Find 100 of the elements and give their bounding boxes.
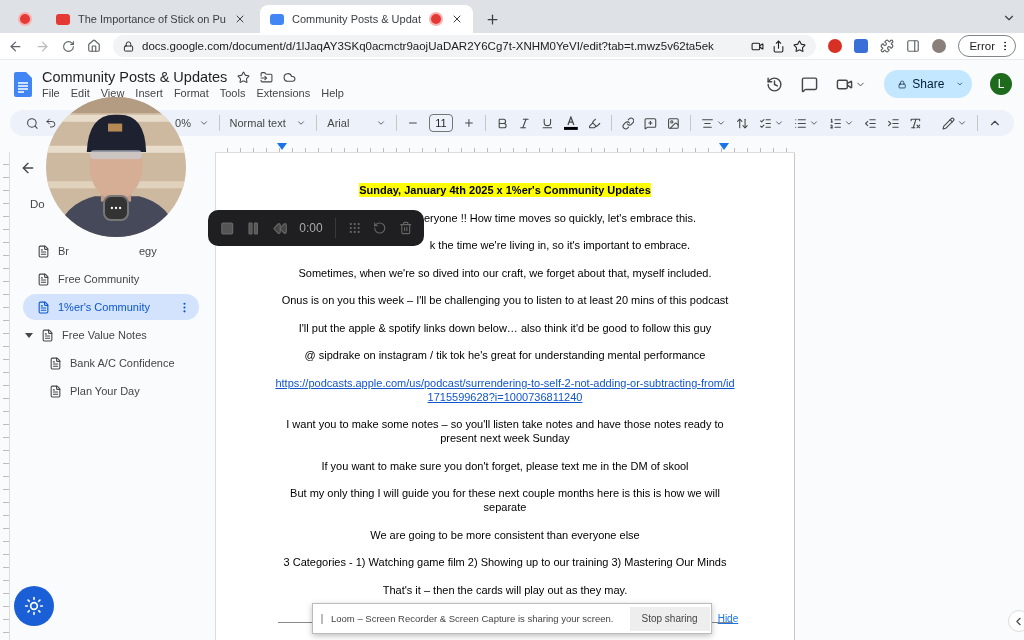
paragraph: We are going to be more consistent than everyone else: [369, 527, 641, 542]
caret-icon: [376, 118, 387, 128]
video-icon: [56, 13, 70, 25]
caret-icon: [716, 118, 726, 128]
grid-icon[interactable]: [347, 221, 362, 235]
caret-icon: [296, 118, 307, 128]
paragraph: I want you to make some notes – so you'll listen take notes and have those notes ready to present next week Sunday: [285, 417, 725, 445]
side-panel-icon[interactable]: [906, 39, 921, 53]
address-field[interactable]: docs.google.com/document/d/1lJaqAY3SKq0acmctr9aojUaDAR2Y6Cg7t-XNHM0YeVI/edit?tab=t.mwz5v62ta5ek: [113, 35, 817, 57]
history-icon[interactable]: [766, 75, 783, 93]
paragraph: 3 Categories - 1) Watching game film 2) Showing up to our training 3) Mastering Our Minds: [282, 555, 728, 569]
document-icon: [269, 13, 284, 25]
account-avatar[interactable]: L: [990, 73, 1012, 95]
increase-indent-icon[interactable]: [886, 116, 900, 130]
line-spacing-icon[interactable]: [736, 116, 749, 130]
more-button[interactable]: [103, 195, 129, 221]
profile-avatar-icon[interactable]: [932, 39, 947, 53]
tab-label: Free Community: [58, 273, 140, 285]
comments-icon[interactable]: [801, 75, 818, 93]
recording-dot-icon: [18, 12, 32, 26]
increase-size-icon[interactable]: [462, 117, 475, 129]
paragraph: But my only thing I will guide you for these next couple months here is this is how we will separate: [289, 486, 721, 514]
paragraph: eryone !! How time moves so quickly, let's embrace this.: [422, 210, 698, 225]
menu-item[interactable]: Format: [173, 87, 209, 99]
align-button[interactable]: [701, 116, 726, 130]
outline-tab[interactable]: Plan Your Day: [23, 378, 199, 404]
tab-title: Community Posts & Updat: [291, 13, 421, 25]
document-icon: [37, 300, 50, 314]
menu-item[interactable]: File: [42, 87, 60, 99]
podcast-link[interactable]: https://podcasts.apple.com/us/podcast/surrendering-to-self-2-not-adding-or-subtracting-from/id1715599628?i=1000736811240: [274, 375, 736, 404]
document-icon: [49, 356, 62, 370]
underline-icon[interactable]: [541, 116, 555, 130]
decrease-indent-icon[interactable]: [863, 116, 877, 130]
outline-tab[interactable]: Bank A/C Confidence: [23, 350, 199, 376]
pencil-icon: [942, 116, 956, 130]
menu-item[interactable]: Help: [321, 87, 344, 99]
menu-item[interactable]: Insert: [135, 87, 163, 99]
extensions-icon[interactable]: [880, 39, 895, 53]
checklist-button[interactable]: [758, 116, 784, 130]
menu-item[interactable]: View: [100, 87, 125, 99]
undo-icon[interactable]: [44, 117, 57, 129]
browser-tab[interactable]: The Importance of Stick on Pu: [46, 5, 256, 33]
pause-icon[interactable]: [246, 220, 261, 236]
add-comment-icon[interactable]: [644, 116, 658, 130]
editing-mode-button[interactable]: [942, 116, 968, 130]
back-icon[interactable]: [20, 160, 36, 176]
expand-caret-icon[interactable]: [25, 332, 33, 338]
star-icon[interactable]: [237, 70, 251, 84]
menu-item[interactable]: Extensions: [256, 87, 311, 99]
stop-sharing-button[interactable]: Stop sharing: [629, 606, 710, 631]
bullet-list-button[interactable]: [793, 116, 819, 130]
italic-icon[interactable]: [518, 116, 532, 130]
move-folder-icon[interactable]: [260, 70, 274, 84]
tab-label: egy: [139, 245, 157, 257]
share-icon[interactable]: [772, 39, 786, 53]
delete-icon[interactable]: [398, 221, 412, 235]
font-dropdown[interactable]: Arial: [327, 117, 387, 129]
caret-icon: [808, 118, 819, 128]
document-title[interactable]: Community Posts & Updates: [42, 69, 228, 85]
back-icon[interactable]: [8, 38, 23, 54]
clear-formatting-icon[interactable]: [909, 116, 923, 130]
link-icon[interactable]: [621, 116, 635, 130]
profile-error-button[interactable]: Error: [958, 35, 1016, 57]
share-button[interactable]: Share: [884, 70, 972, 98]
image-icon[interactable]: [667, 116, 680, 130]
document-icon: [37, 272, 50, 286]
tab-title: The Importance of Stick on Pu: [78, 13, 226, 25]
docs-logo-icon[interactable]: [14, 71, 32, 97]
outline-tab[interactable]: Free Value Notes: [23, 322, 199, 348]
expand-button[interactable]: [1008, 610, 1024, 632]
text-color-icon[interactable]: [564, 116, 578, 130]
search-icon[interactable]: [26, 116, 39, 130]
home-icon[interactable]: [87, 39, 101, 53]
cloud-icon[interactable]: [283, 70, 297, 84]
document-icon: [49, 384, 62, 398]
browser-tab[interactable]: Community Posts & Updat: [259, 5, 473, 33]
outline-tab[interactable]: Free Community: [23, 266, 199, 292]
caret-icon: [957, 118, 968, 128]
tab-label: Free Value Notes: [62, 329, 147, 341]
reload-icon[interactable]: [62, 39, 75, 53]
font-size-field[interactable]: 11: [429, 114, 453, 132]
bookmark-star-icon[interactable]: [793, 39, 807, 53]
caret-icon: [773, 118, 784, 128]
hide-link[interactable]: Hide: [717, 613, 739, 624]
zoom-dropdown[interactable]: 0%: [175, 117, 209, 129]
highlighter-icon[interactable]: [587, 116, 601, 130]
outline-tab[interactable]: Br egy: [23, 238, 199, 264]
menu-item[interactable]: Edit: [70, 87, 90, 99]
stop-icon[interactable]: [220, 220, 235, 236]
outline-tab[interactable]: 1%er's Community: [23, 294, 199, 320]
paragraph: That's it – then the cards will play out as they may.: [381, 582, 629, 597]
rewind-icon[interactable]: [272, 220, 288, 236]
gear-button[interactable]: [14, 586, 54, 626]
numbered-list-button[interactable]: [828, 116, 854, 130]
restart-icon[interactable]: [373, 221, 387, 235]
new-tab-icon[interactable]: [484, 12, 500, 27]
style-dropdown[interactable]: Normal text: [229, 117, 307, 129]
menu-item[interactable]: Tools: [219, 87, 246, 99]
checklist-icon: [758, 116, 772, 130]
align-center-icon: [701, 116, 714, 130]
